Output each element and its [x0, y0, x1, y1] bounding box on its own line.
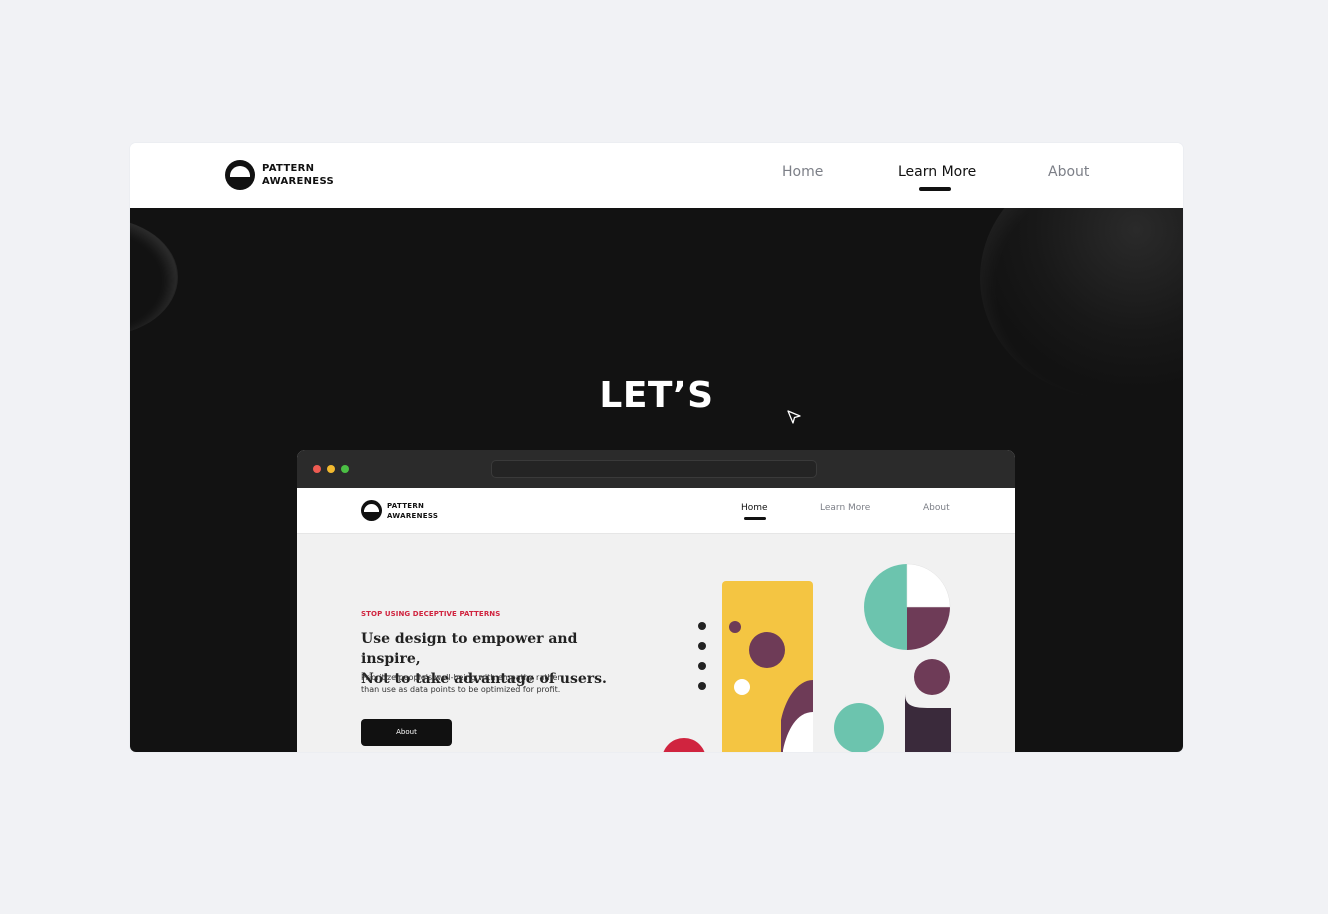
illustration-plum-circle-right — [914, 659, 950, 695]
hero-headline: LET’S — [599, 375, 714, 416]
pointer-cursor-icon — [787, 410, 801, 424]
illustration-dot — [698, 662, 706, 670]
illustration-dot — [698, 682, 706, 690]
top-navigation: PATTERN AWARENESS Home Learn More About — [130, 143, 1183, 208]
decorative-orb-right — [980, 208, 1183, 398]
nav-link-about[interactable]: About — [1048, 164, 1089, 180]
illustration-red-circle — [663, 738, 705, 752]
nav-link-learn-more-label: Learn More — [898, 164, 977, 180]
site-logo[interactable]: PATTERN AWARENESS — [225, 160, 334, 190]
illustration-dark-block — [905, 694, 951, 752]
illustration-plum-quarter — [907, 607, 950, 650]
half-circle-logo-icon — [225, 160, 255, 190]
illustration-small-plum — [729, 621, 741, 633]
illustration-white-quarter — [906, 563, 951, 608]
active-nav-indicator — [919, 187, 951, 191]
hero-section: LET’S PATTERN AWARENESS Home Learn More … — [130, 208, 1183, 752]
logo-line1: PATTERN — [262, 163, 315, 174]
website-preview-card: PATTERN AWARENESS Home Learn More About … — [130, 143, 1183, 752]
logo-wordmark: PATTERN AWARENESS — [262, 162, 334, 188]
decorative-orb-left — [130, 218, 178, 336]
nav-link-learn-more[interactable]: Learn More — [898, 164, 977, 191]
illustration-dot — [698, 642, 706, 650]
illustration-dot — [698, 622, 706, 630]
illustration-teal-circle — [834, 703, 884, 752]
browser-mockup: PATTERN AWARENESS Home Learn More About … — [297, 450, 1015, 752]
illustration-teal-half — [864, 564, 907, 650]
nav-link-home[interactable]: Home — [782, 164, 823, 180]
illustration-plum-circle — [749, 632, 785, 668]
logo-line2: AWARENESS — [262, 176, 334, 187]
illustration-white-dot — [734, 679, 750, 695]
abstract-illustration — [663, 563, 951, 752]
